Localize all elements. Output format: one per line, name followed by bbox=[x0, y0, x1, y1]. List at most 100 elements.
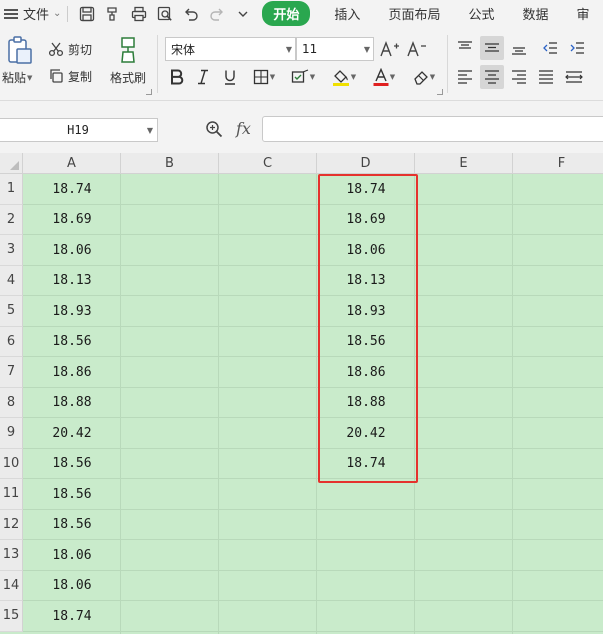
increase-indent-button[interactable] bbox=[565, 36, 589, 60]
align-bottom-button[interactable] bbox=[507, 36, 531, 60]
cell-a3[interactable]: 18.06 bbox=[23, 235, 121, 266]
decrease-font-size-button[interactable] bbox=[405, 37, 429, 61]
tab-review[interactable]: 审 bbox=[562, 0, 589, 27]
font-color-button[interactable]: ▼ bbox=[368, 65, 400, 89]
bold-button[interactable] bbox=[165, 65, 189, 89]
distributed-align-button[interactable] bbox=[562, 65, 586, 89]
row-header-3[interactable]: 3 bbox=[0, 235, 23, 266]
cell-d3[interactable]: 18.06 bbox=[317, 235, 415, 266]
row-header-6[interactable]: 6 bbox=[0, 326, 23, 357]
cell-d8[interactable]: 18.88 bbox=[317, 388, 415, 419]
cell-a12[interactable]: 18.56 bbox=[23, 510, 121, 541]
paste-button[interactable]: 粘贴 ▼ bbox=[2, 35, 38, 91]
align-top-button[interactable] bbox=[453, 36, 477, 60]
align-center-button[interactable] bbox=[480, 65, 504, 89]
cell-d1[interactable]: 18.74 bbox=[317, 174, 415, 205]
row-header-4[interactable]: 4 bbox=[0, 265, 23, 296]
font-name-select[interactable]: 宋体 ▼ bbox=[165, 37, 296, 61]
cell-a13[interactable]: 18.06 bbox=[23, 540, 121, 571]
tab-page-layout[interactable]: 页面布局 bbox=[374, 0, 454, 27]
row-header-2[interactable]: 2 bbox=[0, 204, 23, 235]
cell-a14[interactable]: 18.06 bbox=[23, 571, 121, 602]
cell-d4[interactable]: 18.13 bbox=[317, 266, 415, 297]
column-header-c[interactable]: C bbox=[219, 153, 317, 174]
cell-a11[interactable]: 18.56 bbox=[23, 479, 121, 510]
hamburger-icon bbox=[4, 8, 18, 19]
font-group-launcher[interactable] bbox=[437, 89, 443, 95]
spreadsheet-grid[interactable]: A B C D E F 1 2 3 4 5 6 7 8 9 10 11 12 13 14 15 18.74 18.69 18.… bbox=[0, 153, 603, 634]
cell-a15[interactable]: 18.74 bbox=[23, 601, 121, 632]
cell-a4[interactable]: 18.13 bbox=[23, 266, 121, 297]
cell-style-icon bbox=[291, 69, 309, 83]
decrease-indent-button[interactable] bbox=[538, 36, 562, 60]
tab-data[interactable]: 数据 bbox=[508, 0, 562, 27]
cell-a1[interactable]: 18.74 bbox=[23, 174, 121, 205]
undo-button[interactable] bbox=[178, 0, 204, 27]
cell-d5[interactable]: 18.93 bbox=[317, 296, 415, 327]
cell-a2[interactable]: 18.69 bbox=[23, 205, 121, 236]
row-header-10[interactable]: 10 bbox=[0, 448, 23, 479]
copy-button[interactable]: 复制 bbox=[48, 66, 92, 86]
align-middle-icon bbox=[485, 43, 499, 52]
quick-access-more-button[interactable] bbox=[230, 0, 256, 27]
row-header-15[interactable]: 15 bbox=[0, 601, 23, 632]
insert-function-button[interactable]: fx bbox=[236, 119, 251, 138]
file-menu-button[interactable]: 文件 ⌄ bbox=[0, 0, 61, 27]
row-header-7[interactable]: 7 bbox=[0, 357, 23, 388]
borders-button[interactable]: ▼ bbox=[248, 65, 280, 89]
fill-color-button[interactable]: ▼ bbox=[327, 65, 361, 89]
increase-font-size-button[interactable] bbox=[378, 37, 402, 61]
row-header-13[interactable]: 13 bbox=[0, 540, 23, 571]
cell-d7[interactable]: 18.86 bbox=[317, 357, 415, 388]
column-header-f[interactable]: F bbox=[513, 153, 603, 174]
name-box[interactable]: H19 ▼ bbox=[0, 118, 158, 142]
cut-button[interactable]: 剪切 bbox=[48, 39, 92, 59]
cell-d2[interactable]: 18.69 bbox=[317, 205, 415, 236]
align-middle-button[interactable] bbox=[480, 36, 504, 60]
quick-format-painter-button[interactable] bbox=[100, 0, 126, 27]
eraser-icon bbox=[414, 71, 428, 85]
row-header-14[interactable]: 14 bbox=[0, 570, 23, 601]
font-size-select[interactable]: 11 ▼ bbox=[296, 37, 374, 61]
clipboard-group-launcher[interactable] bbox=[146, 89, 152, 95]
cell-d9[interactable]: 20.42 bbox=[317, 418, 415, 449]
tab-insert[interactable]: 插入 bbox=[320, 0, 374, 27]
row-header-11[interactable]: 11 bbox=[0, 479, 23, 510]
column-header-e[interactable]: E bbox=[415, 153, 513, 174]
column-header-a[interactable]: A bbox=[23, 153, 121, 174]
cell-a9[interactable]: 20.42 bbox=[23, 418, 121, 449]
column-header-d[interactable]: D bbox=[317, 153, 415, 174]
cell-a10[interactable]: 18.56 bbox=[23, 449, 121, 480]
print-button[interactable] bbox=[126, 0, 152, 27]
redo-button[interactable] bbox=[204, 0, 230, 27]
formula-input[interactable] bbox=[262, 116, 603, 142]
cell-style-button[interactable]: ▼ bbox=[287, 65, 319, 89]
align-left-button[interactable] bbox=[453, 65, 477, 89]
cell-a7[interactable]: 18.86 bbox=[23, 357, 121, 388]
row-header-1[interactable]: 1 bbox=[0, 174, 23, 205]
format-painter-button[interactable]: 格式刷 bbox=[107, 35, 149, 91]
divider bbox=[447, 35, 448, 93]
select-all-button[interactable] bbox=[0, 153, 23, 174]
underline-button[interactable] bbox=[218, 65, 242, 89]
cell-a8[interactable]: 18.88 bbox=[23, 388, 121, 419]
row-header-8[interactable]: 8 bbox=[0, 387, 23, 418]
zoom-button[interactable] bbox=[205, 120, 223, 142]
clear-button[interactable]: ▼ bbox=[408, 65, 440, 89]
redo-icon bbox=[210, 8, 224, 21]
align-right-button[interactable] bbox=[507, 65, 531, 89]
row-header-9[interactable]: 9 bbox=[0, 418, 23, 449]
print-preview-button[interactable] bbox=[152, 0, 178, 27]
cell-d10[interactable]: 18.74 bbox=[317, 449, 415, 480]
justify-button[interactable] bbox=[534, 65, 558, 89]
row-header-12[interactable]: 12 bbox=[0, 509, 23, 540]
save-button[interactable] bbox=[74, 0, 100, 27]
italic-button[interactable] bbox=[191, 65, 215, 89]
row-header-5[interactable]: 5 bbox=[0, 296, 23, 327]
cell-a6[interactable]: 18.56 bbox=[23, 327, 121, 358]
column-header-b[interactable]: B bbox=[121, 153, 219, 174]
tab-home[interactable]: 开始 bbox=[262, 0, 311, 27]
cell-d6[interactable]: 18.56 bbox=[317, 327, 415, 358]
cell-a5[interactable]: 18.93 bbox=[23, 296, 121, 327]
tab-formulas[interactable]: 公式 bbox=[454, 0, 508, 27]
